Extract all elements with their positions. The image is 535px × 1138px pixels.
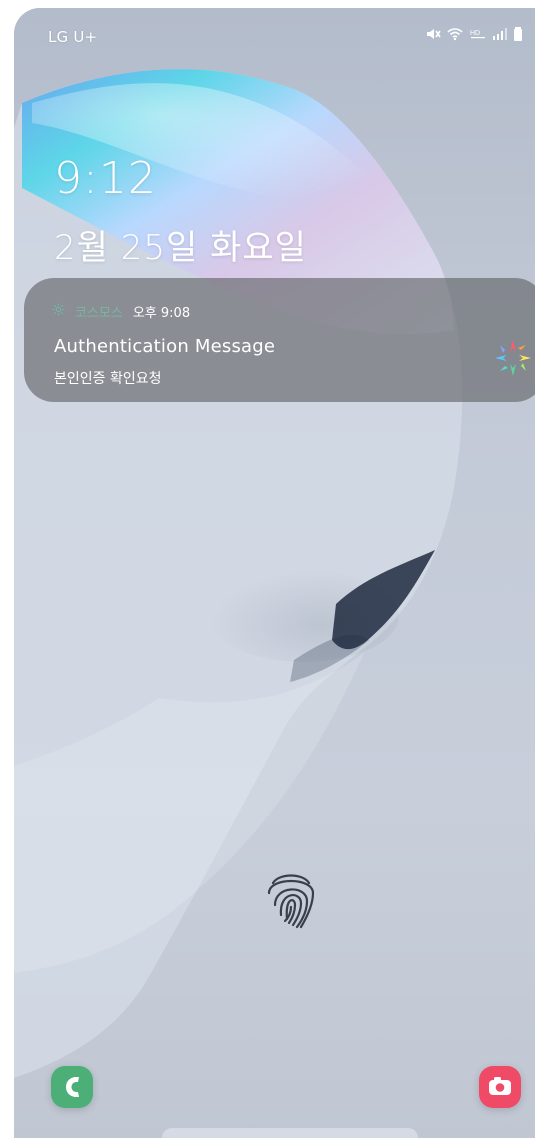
notification-body: 본인인증 확인요청 bbox=[54, 371, 162, 387]
wifi-icon bbox=[446, 27, 464, 41]
navigation-handle[interactable] bbox=[162, 1128, 418, 1138]
device-frame: LG U+ HD 9:12 2월 25일 화요일 코스모스 오후 9:08 Au… bbox=[0, 0, 535, 1138]
carrier-name: LG U+ bbox=[48, 28, 98, 46]
app-gear-icon bbox=[52, 303, 65, 320]
notification-app-name: 코스모스 bbox=[75, 306, 123, 321]
notification-title: Authentication Message bbox=[54, 336, 276, 357]
battery-icon bbox=[513, 26, 523, 42]
hd-icon: HD bbox=[469, 27, 487, 41]
fingerprint-icon[interactable] bbox=[259, 863, 323, 935]
phone-icon bbox=[66, 1077, 79, 1097]
lock-date: 2월 25일 화요일 bbox=[54, 228, 307, 268]
status-bar: LG U+ HD bbox=[14, 8, 535, 64]
lock-time: 9:12 bbox=[54, 153, 157, 204]
notification-time: 오후 9:08 bbox=[132, 306, 191, 321]
signal-icon bbox=[492, 27, 508, 41]
camera-shortcut-button[interactable] bbox=[479, 1066, 521, 1108]
svg-text:HD: HD bbox=[470, 30, 480, 37]
mute-icon bbox=[425, 27, 441, 41]
phone-shortcut-button[interactable] bbox=[51, 1066, 93, 1108]
lock-screen: LG U+ HD 9:12 2월 25일 화요일 코스모스 오후 9:08 Au… bbox=[14, 8, 535, 1138]
camera-icon bbox=[489, 1077, 511, 1095]
status-icons: HD bbox=[425, 26, 523, 42]
notification-card[interactable]: 코스모스 오후 9:08 Authentication Message 본인인증… bbox=[24, 278, 535, 402]
notification-header: 코스모스 오후 9:08 bbox=[52, 302, 190, 321]
cosmos-logo-icon bbox=[495, 340, 531, 376]
